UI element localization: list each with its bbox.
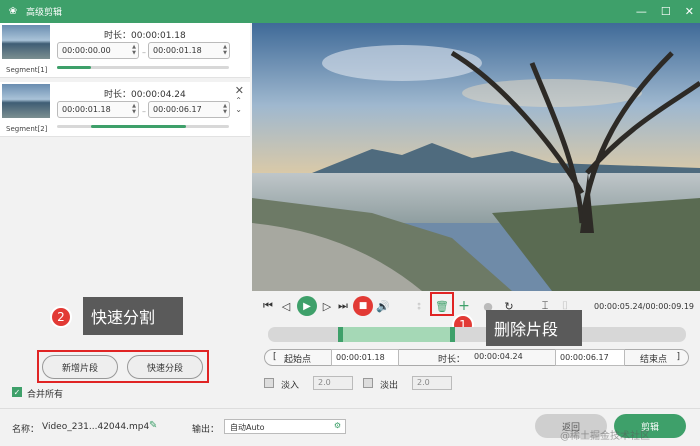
segment-thumbnail: [2, 25, 50, 59]
app-logo-icon: ❀: [8, 6, 18, 17]
segment-card-2[interactable]: Segment[2] 时长：00:00:04.24 00:00:01.18 ▲ ▼ …: [0, 82, 250, 137]
segment-card-1[interactable]: Segment[1] 时长：00:00:01.18 00:00:00.00 ▲ ▼ …: [0, 23, 250, 78]
fade-out-input[interactable]: 2.0: [412, 376, 452, 390]
edit-icon[interactable]: ✎: [149, 420, 157, 431]
trim-duration-value: 00:00:04.24: [474, 352, 523, 361]
reorder-icon[interactable]: ⌃ ⌄: [235, 96, 242, 114]
add-segment-button[interactable]: 新增片段: [42, 355, 118, 379]
segment-duration: 时长：00:00:01.18: [104, 31, 186, 41]
skip-start-icon[interactable]: ⏮: [262, 298, 274, 314]
segment-thumbnail: [2, 84, 50, 118]
callout-delete-segment: 删除片段: [486, 310, 582, 346]
spin-icon: ▲ ▼: [132, 103, 136, 115]
volume-icon[interactable]: 🔊: [376, 298, 390, 314]
spin-icon: ▲ ▼: [223, 44, 227, 56]
play-icon[interactable]: ▶: [297, 296, 317, 316]
trash-icon[interactable]: 🗑: [435, 298, 449, 314]
gear-icon: ⚙: [333, 421, 341, 430]
segment-end-field[interactable]: 00:00:06.17 ▲ ▼: [148, 101, 230, 118]
segment-progress: [57, 125, 229, 128]
segment-label: Segment[1]: [6, 66, 48, 74]
callout-badge-2: 2: [50, 306, 72, 328]
trim-end-field[interactable]: 00:00:06.17: [555, 349, 625, 366]
merge-all-checkbox[interactable]: ✓: [12, 387, 22, 397]
timeline-track[interactable]: [268, 327, 686, 342]
trim-start-field[interactable]: 00:00:01.18: [331, 349, 399, 366]
range-dash: –: [142, 107, 146, 116]
bracket-left-icon: [: [273, 352, 277, 362]
minimize-button[interactable]: —: [636, 5, 647, 18]
fade-in-checkbox[interactable]: [264, 378, 274, 388]
segment-label: Segment[2]: [6, 125, 48, 133]
segment-start-field[interactable]: 00:00:00.00 ▲ ▼: [57, 42, 139, 59]
filename: Video_231...42044.mp4: [42, 422, 150, 432]
output-label: 输出：: [192, 425, 220, 435]
trim-duration-label: 时长：: [438, 355, 466, 365]
start-point-button[interactable]: 起始点: [284, 352, 311, 365]
step-forward-icon[interactable]: ▷: [321, 298, 333, 314]
play-time: 00:00:05.24/00:00:09.19: [594, 302, 694, 311]
spin-icon: ▲ ▼: [132, 44, 136, 56]
add-icon[interactable]: +: [457, 298, 471, 314]
window-title: 高级剪辑: [26, 8, 63, 18]
fade-out-checkbox[interactable]: [363, 378, 373, 388]
timeline-selection[interactable]: [338, 327, 454, 342]
fade-out-label: 淡出: [380, 381, 399, 391]
range-dash: –: [142, 48, 146, 57]
watermark: @稀土掘金技术社区: [560, 431, 650, 442]
skip-end-icon[interactable]: ⏭: [337, 298, 349, 314]
title-bar: ❀ 高级剪辑 — ☐ ✕: [0, 0, 700, 23]
merge-all-label: 合并所有: [27, 390, 64, 400]
stop-icon[interactable]: ■: [353, 296, 373, 316]
video-preview: [252, 23, 700, 291]
quick-split-button[interactable]: 快速分段: [127, 355, 203, 379]
segment-progress: [57, 66, 229, 69]
step-back-icon[interactable]: ◁: [280, 298, 292, 314]
timeline-start-handle[interactable]: [338, 327, 343, 342]
segment-duration: 时长：00:00:04.24: [104, 90, 186, 100]
output-select[interactable]: 自动Auto ⚙: [224, 419, 346, 434]
callout-quick-split: 快速分割: [83, 297, 183, 335]
segment-start-field[interactable]: 00:00:01.18 ▲ ▼: [57, 101, 139, 118]
name-label: 名称：: [12, 425, 40, 435]
spin-icon: ▲ ▼: [223, 103, 227, 115]
end-point-button[interactable]: 结束点: [640, 352, 667, 365]
bracket-right-icon: ]: [676, 352, 680, 362]
close-button[interactable]: ✕: [685, 5, 694, 18]
timeline-end-handle[interactable]: [450, 327, 455, 342]
fade-in-label: 淡入: [281, 381, 300, 391]
split-icon[interactable]: ⦂: [412, 298, 426, 314]
maximize-button[interactable]: ☐: [661, 5, 671, 18]
fade-in-input[interactable]: 2.0: [313, 376, 353, 390]
segment-end-field[interactable]: 00:00:01.18 ▲ ▼: [148, 42, 230, 59]
